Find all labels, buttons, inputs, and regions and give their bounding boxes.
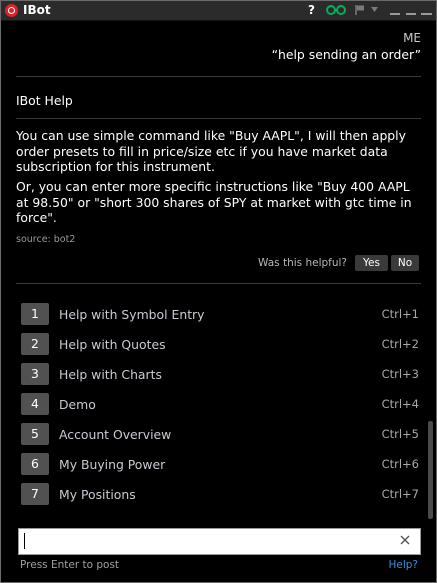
menu-item-shortcut: Ctrl+7 <box>381 487 419 501</box>
ibot-window: IBot ? ME “help sending an order” IBot H… <box>0 0 437 583</box>
menu-item-buying-power[interactable]: 6 My Buying Power Ctrl+6 <box>16 452 421 480</box>
chevron-down-icon[interactable] <box>371 7 378 13</box>
menu-number-badge: 7 <box>21 483 49 505</box>
menu-item-label: Help with Charts <box>59 367 162 382</box>
menu-item-label: My Buying Power <box>59 457 166 472</box>
feedback-question: Was this helpful? <box>258 257 347 269</box>
menu-item-label: My Positions <box>59 487 136 502</box>
input-hint: Press Enter to post <box>20 559 120 571</box>
menu-item-label: Account Overview <box>59 427 172 442</box>
menu-number-badge: 1 <box>21 303 49 325</box>
menu-item-demo[interactable]: 4 Demo Ctrl+4 <box>16 392 421 420</box>
maximize-icon[interactable] <box>404 6 418 16</box>
menu-number-badge: 6 <box>21 453 49 475</box>
help-link[interactable]: Help? <box>388 559 418 571</box>
scrollbar-thumb[interactable] <box>428 421 433 519</box>
help-icon[interactable]: ? <box>308 2 315 18</box>
menu-number-badge: 4 <box>21 393 49 415</box>
bot-response-paragraph: Or, you can enter more specific instruct… <box>16 179 412 225</box>
divider <box>16 76 421 77</box>
menu-number-badge: 3 <box>21 363 49 385</box>
close-icon[interactable] <box>420 6 433 16</box>
sender-label: ME <box>403 31 421 45</box>
no-button[interactable]: No <box>391 255 419 271</box>
menu-item-shortcut: Ctrl+6 <box>381 457 419 471</box>
bot-response-title: IBot Help <box>16 93 73 108</box>
menu-item-label: Help with Quotes <box>59 337 166 352</box>
source-label: source: bot2 <box>16 234 76 245</box>
menu-item-label: Help with Symbol Entry <box>59 307 205 322</box>
menu-item-shortcut: Ctrl+4 <box>381 397 419 411</box>
menu-item-positions[interactable]: 7 My Positions Ctrl+7 <box>16 482 421 510</box>
clear-icon[interactable] <box>399 534 411 546</box>
title-bar: IBot ? <box>1 1 436 21</box>
menu-item-quotes[interactable]: 2 Help with Quotes Ctrl+2 <box>16 332 421 360</box>
flag-icon[interactable] <box>354 4 366 16</box>
menu-number-badge: 5 <box>21 423 49 445</box>
menu-item-label: Demo <box>59 397 96 412</box>
menu-item-shortcut: Ctrl+1 <box>381 307 419 321</box>
yes-button[interactable]: Yes <box>355 255 388 271</box>
menu-item-symbol-entry[interactable]: 1 Help with Symbol Entry Ctrl+1 <box>16 302 421 330</box>
ibkr-logo-icon <box>5 4 18 17</box>
minimize-icon[interactable] <box>388 6 402 16</box>
divider <box>16 283 421 284</box>
menu-item-account-overview[interactable]: 5 Account Overview Ctrl+5 <box>16 422 421 450</box>
menu-item-shortcut: Ctrl+2 <box>381 337 419 351</box>
user-message: “help sending an order” <box>271 47 421 62</box>
link-chain-icon[interactable] <box>326 3 346 17</box>
text-caret <box>24 533 25 549</box>
menu-item-shortcut: Ctrl+3 <box>381 367 419 381</box>
chat-input[interactable] <box>27 531 391 553</box>
menu-item-charts[interactable]: 3 Help with Charts Ctrl+3 <box>16 362 421 390</box>
menu-number-badge: 2 <box>21 333 49 355</box>
chat-input-box[interactable] <box>18 528 421 555</box>
window-title: IBot <box>23 3 51 17</box>
menu-item-shortcut: Ctrl+5 <box>381 427 419 441</box>
bot-response-paragraph: You can use simple command like "Buy AAP… <box>16 128 406 174</box>
divider <box>16 118 421 119</box>
